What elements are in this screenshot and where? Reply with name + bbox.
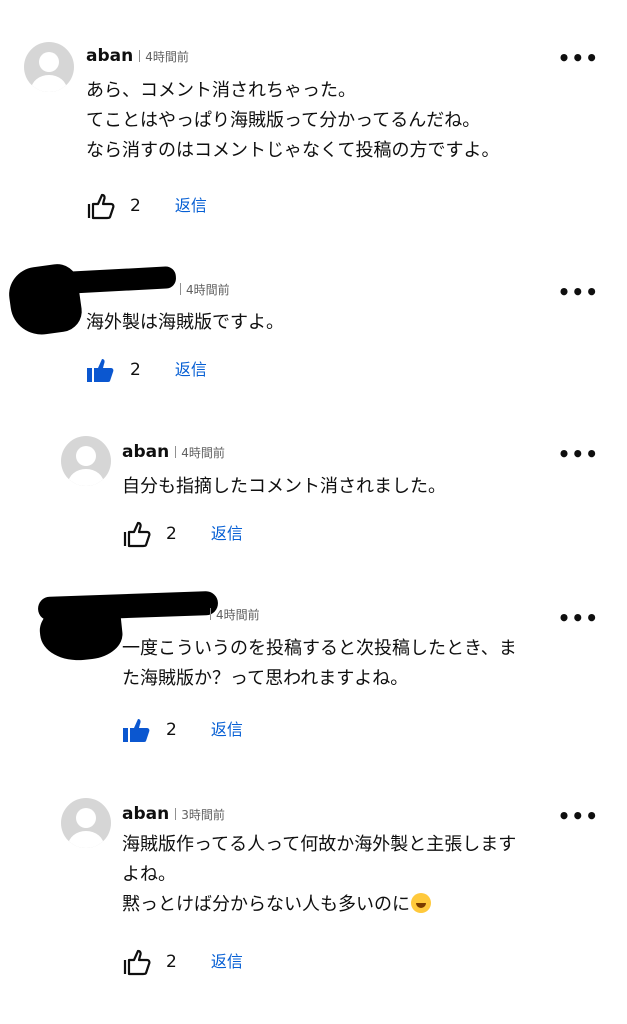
comment-text: あら、コメント消されちゃった。 てことはやっぱり海賊版って分かってるんだね。 な… bbox=[86, 76, 499, 166]
like-count: 2 bbox=[130, 195, 141, 216]
comment-line: 黙っとけば分からない人も多いのに bbox=[122, 894, 410, 915]
comment-line: 自分も指摘したコメント消されました。 bbox=[122, 476, 446, 497]
more-vert-icon[interactable]: ••• bbox=[558, 282, 599, 302]
comment-time[interactable]: 4時間前 bbox=[186, 283, 230, 297]
comment: aban 4時間前 ••• あら、コメント消されちゃった。 てことはやっぱり海賊版… bbox=[0, 0, 627, 240]
comment-line: 海賊版作ってる人って何故か海外製と主張します bbox=[122, 834, 517, 855]
comment: 4時間前 ••• 海外製は海賊版ですよ。 2 返信 bbox=[0, 240, 627, 410]
avatar[interactable] bbox=[61, 798, 111, 848]
comment-actions: 2 返信 bbox=[86, 190, 207, 220]
comment-time[interactable]: 4時間前 bbox=[181, 446, 225, 460]
thumbs-up-outline-icon[interactable] bbox=[122, 519, 152, 549]
comment-meta: 4時間前 bbox=[206, 604, 260, 624]
reply-button[interactable]: 返信 bbox=[175, 355, 207, 385]
reply-button[interactable]: 返信 bbox=[211, 715, 243, 745]
more-vert-icon[interactable]: ••• bbox=[558, 444, 599, 464]
comment-time[interactable]: 4時間前 bbox=[145, 50, 189, 64]
comment-time[interactable]: 3時間前 bbox=[181, 808, 225, 822]
like-count: 2 bbox=[166, 719, 177, 740]
thumbs-up-outline-icon[interactable] bbox=[122, 947, 152, 977]
reply-button[interactable]: 返信 bbox=[211, 519, 243, 549]
comment-text: 自分も指摘したコメント消されました。 bbox=[122, 472, 446, 502]
comment-meta: aban 4時間前 bbox=[122, 442, 225, 462]
reply-button[interactable]: 返信 bbox=[211, 947, 243, 977]
comment-actions: 2 返信 bbox=[122, 946, 243, 976]
comment-time[interactable]: 4時間前 bbox=[216, 608, 260, 622]
comment: 4時間前 ••• 一度こういうのを投稿すると次投稿したとき、ま た海賊版か？って… bbox=[0, 580, 627, 780]
more-vert-icon[interactable]: ••• bbox=[558, 806, 599, 826]
comment-line: 一度こういうのを投稿すると次投稿したとき、ま bbox=[122, 638, 517, 659]
comment-line: よね。 bbox=[122, 864, 176, 885]
like-count: 2 bbox=[166, 523, 177, 544]
comment-line-with-emoji: 黙っとけば分からない人も多いのに bbox=[122, 890, 516, 920]
comment-meta: aban 3時間前 bbox=[122, 804, 225, 824]
comment-actions: 2 返信 bbox=[122, 714, 243, 744]
reply-button[interactable]: 返信 bbox=[175, 191, 207, 221]
comment-actions: 2 返信 bbox=[86, 354, 207, 384]
comment-actions: 2 返信 bbox=[122, 518, 243, 548]
thumbs-up-outline-icon[interactable] bbox=[86, 191, 116, 221]
like-count: 2 bbox=[166, 951, 177, 972]
comment-line: なら消すのはコメントじゃなくて投稿の方ですよ。 bbox=[86, 140, 500, 161]
comment-line: あら、コメント消されちゃった。 bbox=[86, 80, 356, 101]
avatar[interactable] bbox=[24, 42, 74, 92]
comment-text: 海賊版作ってる人って何故か海外製と主張します よね。 黙っとけば分からない人も多… bbox=[122, 830, 516, 920]
comment-line: た海賊版か？って思われますよね。 bbox=[122, 668, 409, 689]
author-name[interactable]: aban bbox=[122, 804, 169, 824]
more-vert-icon[interactable]: ••• bbox=[558, 608, 599, 628]
comment: aban 3時間前 ••• 海賊版作ってる人って何故か海外製と主張します よね。 … bbox=[0, 780, 627, 1024]
comment-text: 一度こういうのを投稿すると次投稿したとき、ま た海賊版か？って思われますよね。 bbox=[122, 634, 517, 694]
comment-text: 海外製は海賊版ですよ。 bbox=[86, 308, 284, 338]
comment-line: てことはやっぱり海賊版って分かってるんだね。 bbox=[86, 110, 481, 131]
comment-line: 海外製は海賊版ですよ。 bbox=[86, 312, 284, 333]
like-count: 2 bbox=[130, 359, 141, 380]
thumbs-up-filled-icon[interactable] bbox=[86, 355, 116, 385]
avatar[interactable] bbox=[61, 436, 111, 486]
more-vert-icon[interactable]: ••• bbox=[558, 48, 599, 68]
comment-meta: aban 4時間前 bbox=[86, 46, 189, 66]
comment-meta: 4時間前 bbox=[176, 279, 230, 299]
author-name[interactable]: aban bbox=[86, 46, 133, 66]
rolling-on-floor-laughing-emoji-icon bbox=[411, 893, 431, 913]
author-name[interactable]: aban bbox=[122, 442, 169, 462]
thumbs-up-filled-icon[interactable] bbox=[122, 715, 152, 745]
comment: aban 4時間前 ••• 自分も指摘したコメント消されました。 2 返信 bbox=[0, 410, 627, 580]
